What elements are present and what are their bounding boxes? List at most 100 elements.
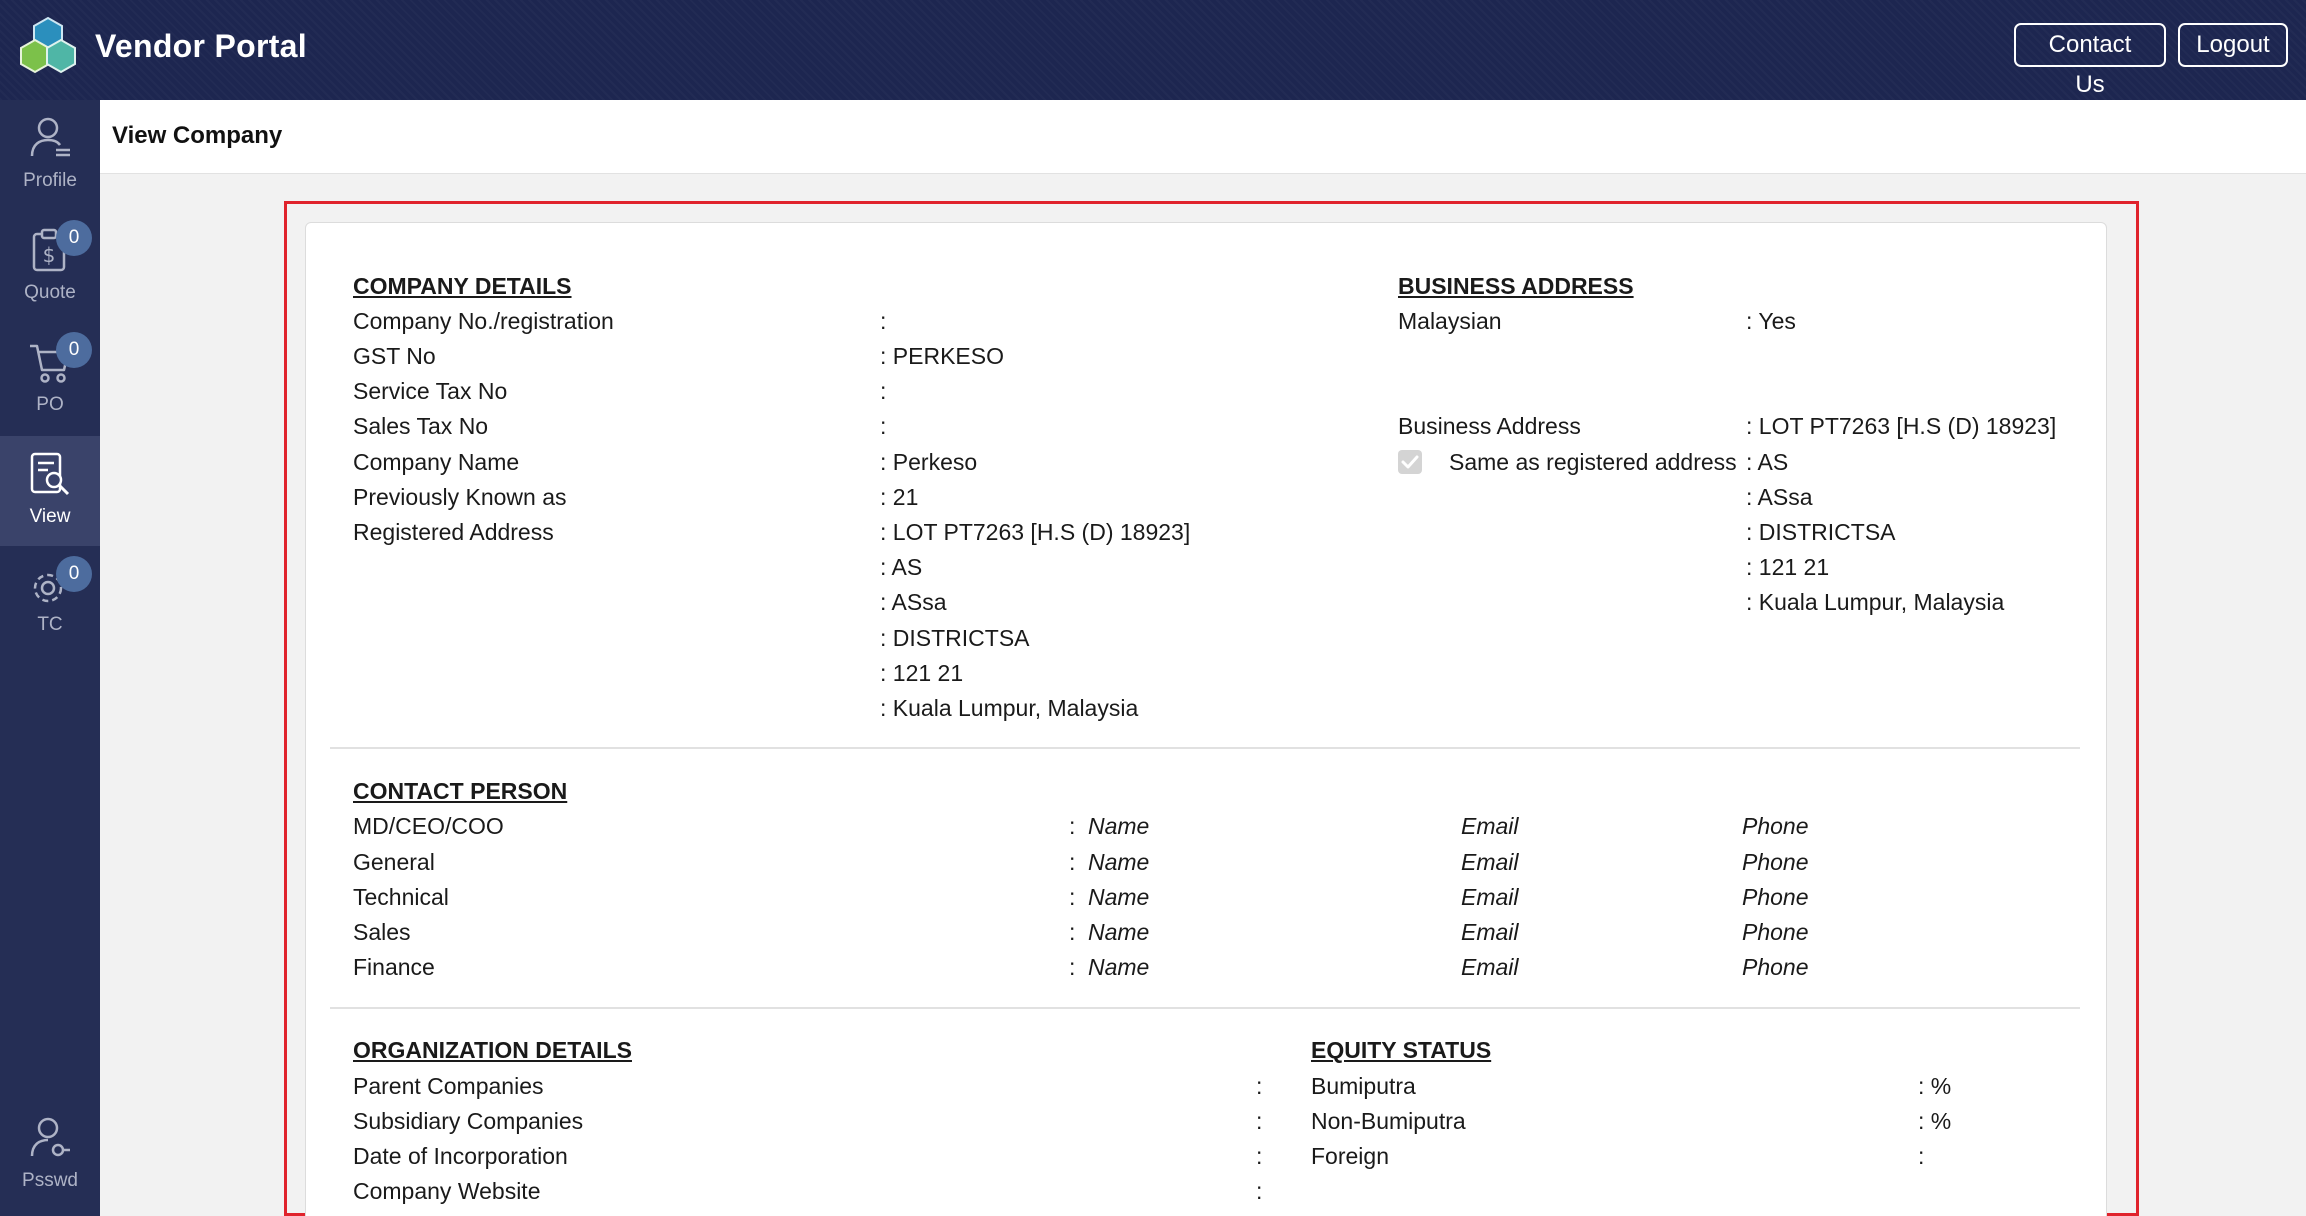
view-icon bbox=[30, 452, 70, 496]
logout-button[interactable]: Logout bbox=[2178, 23, 2288, 67]
contact-email: Email bbox=[1461, 919, 1519, 945]
contact-phone: Phone bbox=[1742, 849, 1809, 875]
sidebar-item-view[interactable]: View bbox=[0, 436, 100, 546]
sidebar-item-profile[interactable]: Profile bbox=[0, 100, 100, 210]
profile-icon bbox=[30, 117, 70, 157]
app-brand[interactable]: Vendor Portal bbox=[95, 28, 307, 65]
bumiputra-label: Bumiputra bbox=[1311, 1073, 1416, 1099]
sidebar-item-po[interactable]: 0 PO bbox=[0, 324, 100, 434]
sales-tax-value: : bbox=[880, 413, 887, 439]
contact-phone: Phone bbox=[1742, 813, 1809, 839]
sidebar-item-label: Psswd bbox=[22, 1170, 78, 1191]
same-as-registered-checkbox[interactable] bbox=[1398, 450, 1422, 474]
business-address-line-5: : 121 21 bbox=[1746, 554, 1830, 580]
contact-role: Sales bbox=[353, 919, 411, 945]
sidebar: Profile $ 0 Quote 0 PO View 0 TC Psswd bbox=[0, 100, 100, 1216]
business-address-line-4: : DISTRICTSA bbox=[1746, 519, 1896, 545]
service-tax-value: : bbox=[880, 378, 887, 404]
company-card bbox=[305, 222, 2107, 1216]
service-tax-label: Service Tax No bbox=[353, 378, 508, 404]
company-website-value: : bbox=[1256, 1178, 1263, 1204]
date-of-incorporation-label: Date of Incorporation bbox=[353, 1143, 568, 1169]
company-website-label: Company Website bbox=[353, 1178, 541, 1204]
contact-colon: : bbox=[1069, 849, 1076, 875]
password-icon bbox=[30, 1117, 70, 1157]
malaysian-value: : Yes bbox=[1746, 308, 1796, 334]
sidebar-item-label: Profile bbox=[23, 170, 77, 191]
contact-colon: : bbox=[1069, 813, 1076, 839]
business-address-label: Business Address bbox=[1398, 413, 1581, 439]
contact-role: General bbox=[353, 849, 435, 875]
foreign-value: : bbox=[1918, 1143, 1925, 1169]
contact-role: Finance bbox=[353, 954, 435, 980]
contact-name: Name bbox=[1088, 813, 1150, 839]
top-navbar: Vendor Portal Contact Us Logout bbox=[0, 0, 2306, 100]
section-divider bbox=[330, 747, 2080, 749]
section-divider bbox=[330, 1007, 2080, 1009]
business-address-line-2: : AS bbox=[1746, 449, 1789, 475]
contact-person-heading: CONTACT PERSON bbox=[353, 778, 568, 804]
malaysian-label: Malaysian bbox=[1398, 308, 1502, 334]
organization-details-heading: ORGANIZATION DETAILS bbox=[353, 1037, 632, 1063]
business-address-heading: BUSINESS ADDRESS bbox=[1398, 273, 1634, 299]
quote-badge: 0 bbox=[56, 220, 92, 256]
company-no-value: : bbox=[880, 308, 887, 334]
contact-email: Email bbox=[1461, 954, 1519, 980]
same-as-registered-label: Same as registered address bbox=[1449, 449, 1737, 475]
page-header: View Company bbox=[100, 100, 2306, 174]
registered-address-line-5: : 121 21 bbox=[880, 660, 964, 686]
contact-name: Name bbox=[1088, 919, 1150, 945]
contact-phone: Phone bbox=[1742, 919, 1809, 945]
sidebar-item-label: View bbox=[29, 506, 71, 527]
company-details-heading: COMPANY DETAILS bbox=[353, 273, 572, 299]
svg-text:$: $ bbox=[43, 243, 56, 267]
registered-address-line-3: : ASsa bbox=[880, 589, 947, 615]
business-address-line-6: : Kuala Lumpur, Malaysia bbox=[1746, 589, 2005, 615]
contact-phone: Phone bbox=[1742, 954, 1809, 980]
parent-companies-label: Parent Companies bbox=[353, 1073, 544, 1099]
company-no-label: Company No./registration bbox=[353, 308, 614, 334]
bumiputra-value: : % bbox=[1918, 1073, 1952, 1099]
sidebar-item-quote[interactable]: $ 0 Quote bbox=[0, 212, 100, 322]
contact-colon: : bbox=[1069, 954, 1076, 980]
contact-name: Name bbox=[1088, 849, 1150, 875]
non-bumiputra-value: : % bbox=[1918, 1108, 1952, 1134]
business-address-line-1: : LOT PT7263 [H.S (D) 18923] bbox=[1746, 413, 2057, 439]
contact-colon: : bbox=[1069, 919, 1076, 945]
subsidiary-companies-value: : bbox=[1256, 1108, 1263, 1134]
po-badge: 0 bbox=[56, 332, 92, 368]
previously-known-value: : 21 bbox=[880, 484, 919, 510]
logo-icon[interactable] bbox=[18, 16, 78, 76]
contact-name: Name bbox=[1088, 884, 1150, 910]
subsidiary-companies-label: Subsidiary Companies bbox=[353, 1108, 584, 1134]
sidebar-item-psswd[interactable]: Psswd bbox=[0, 1100, 100, 1210]
equity-status-heading: EQUITY STATUS bbox=[1311, 1037, 1492, 1063]
sidebar-item-label: TC bbox=[37, 614, 63, 635]
registered-address-line-6: : Kuala Lumpur, Malaysia bbox=[880, 695, 1139, 721]
contact-role: Technical bbox=[353, 884, 449, 910]
contact-us-button[interactable]: Contact Us bbox=[2014, 23, 2166, 98]
registered-address-line-4: : DISTRICTSA bbox=[880, 625, 1030, 651]
gst-no-value: : PERKESO bbox=[880, 343, 1004, 369]
contact-email: Email bbox=[1461, 849, 1519, 875]
company-name-value: : Perkeso bbox=[880, 449, 978, 475]
registered-address-line-2: : AS bbox=[880, 554, 923, 580]
non-bumiputra-label: Non-Bumiputra bbox=[1311, 1108, 1466, 1134]
tc-badge: 0 bbox=[56, 556, 92, 592]
sidebar-item-tc[interactable]: 0 TC bbox=[0, 548, 100, 658]
date-of-incorporation-value: : bbox=[1256, 1143, 1263, 1169]
registered-address-label: Registered Address bbox=[353, 519, 554, 545]
business-address-line-3: : ASsa bbox=[1746, 484, 1813, 510]
company-name-label: Company Name bbox=[353, 449, 520, 475]
contact-email: Email bbox=[1461, 813, 1519, 839]
sidebar-item-label: PO bbox=[36, 394, 64, 415]
registered-address-line-1: : LOT PT7263 [H.S (D) 18923] bbox=[880, 519, 1191, 545]
foreign-label: Foreign bbox=[1311, 1143, 1389, 1169]
contact-phone: Phone bbox=[1742, 884, 1809, 910]
previously-known-label: Previously Known as bbox=[353, 484, 567, 510]
gst-no-label: GST No bbox=[353, 343, 436, 369]
sales-tax-label: Sales Tax No bbox=[353, 413, 489, 439]
contact-email: Email bbox=[1461, 884, 1519, 910]
checkmark-icon bbox=[1401, 455, 1419, 469]
sidebar-item-label: Quote bbox=[24, 282, 76, 303]
